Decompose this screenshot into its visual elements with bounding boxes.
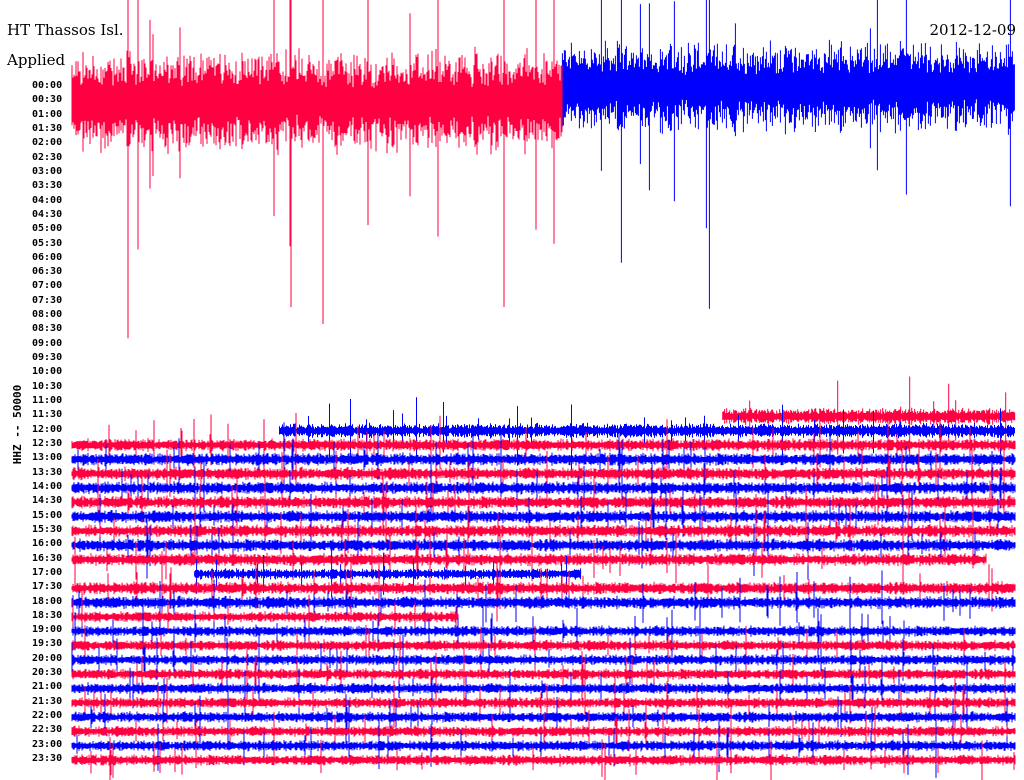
time-tick: 05:30 bbox=[32, 237, 63, 249]
time-tick: 12:00 bbox=[32, 423, 63, 435]
time-tick: 03:30 bbox=[32, 180, 63, 192]
trace-row-38 bbox=[71, 599, 1016, 664]
time-tick: 14:00 bbox=[32, 480, 63, 492]
time-tick: 19:30 bbox=[32, 638, 63, 650]
time-tick: 10:30 bbox=[32, 380, 63, 392]
time-tick: 17:00 bbox=[32, 566, 63, 578]
time-tick: 09:30 bbox=[32, 352, 63, 364]
time-tick: 15:00 bbox=[32, 509, 63, 521]
time-tick: 16:30 bbox=[32, 552, 63, 564]
station-title: HT Thassos Isl. bbox=[7, 21, 124, 39]
time-tick: 01:30 bbox=[32, 122, 63, 134]
time-tick: 04:30 bbox=[32, 208, 63, 220]
time-tick: 22:00 bbox=[32, 710, 63, 722]
time-tick: 09:00 bbox=[32, 337, 63, 349]
helicorder-plot bbox=[71, 0, 1016, 780]
trace-row-37 bbox=[71, 591, 459, 642]
time-tick: 23:00 bbox=[32, 738, 63, 750]
time-tick: 13:00 bbox=[32, 452, 63, 464]
time-tick: 14:30 bbox=[32, 495, 63, 507]
time-tick: 02:30 bbox=[32, 151, 63, 163]
time-tick: 18:00 bbox=[32, 595, 63, 607]
time-tick: 20:30 bbox=[32, 667, 63, 679]
time-tick: 04:00 bbox=[32, 194, 63, 206]
y-axis-label: HHZ -- 50000 bbox=[11, 384, 25, 465]
time-tick: 07:30 bbox=[32, 294, 63, 306]
time-tick: 06:30 bbox=[32, 266, 63, 278]
time-tick: 06:00 bbox=[32, 251, 63, 263]
time-tick: 21:30 bbox=[32, 695, 63, 707]
time-tick: 19:00 bbox=[32, 624, 63, 636]
time-tick: 16:00 bbox=[32, 538, 63, 550]
time-tick: 08:30 bbox=[32, 323, 63, 335]
filter-label: Applied bbox=[7, 51, 66, 69]
time-tick: 00:30 bbox=[32, 94, 63, 106]
trace-row-42 bbox=[71, 661, 1016, 718]
trace-row-1 bbox=[71, 0, 563, 339]
trace-row-36 bbox=[71, 570, 1016, 637]
time-tick: 10:00 bbox=[32, 366, 63, 378]
time-tick: 18:30 bbox=[32, 609, 63, 621]
time-tick: 22:30 bbox=[32, 724, 63, 736]
time-tick: 21:00 bbox=[32, 681, 63, 693]
time-tick: 00:00 bbox=[32, 80, 63, 91]
time-tick: 02:00 bbox=[32, 137, 63, 149]
time-tick: 15:30 bbox=[32, 523, 63, 535]
time-tick: 17:30 bbox=[32, 581, 63, 593]
time-tick: 01:00 bbox=[32, 108, 63, 120]
time-tick: 05:00 bbox=[32, 223, 63, 235]
time-tick: 03:00 bbox=[32, 165, 63, 177]
date-label: 2012-12-09 bbox=[929, 21, 1016, 39]
time-tick: 20:00 bbox=[32, 652, 63, 664]
time-tick: 11:30 bbox=[32, 409, 63, 421]
time-tick: 23:30 bbox=[32, 753, 63, 765]
time-tick: 11:00 bbox=[32, 395, 63, 407]
time-tick: 13:30 bbox=[32, 466, 63, 478]
time-tick: 07:00 bbox=[32, 280, 63, 292]
trace-row-41 bbox=[71, 642, 1016, 707]
time-tick: 08:00 bbox=[32, 309, 63, 321]
trace-row-0 bbox=[561, 0, 1015, 309]
time-tick: 12:30 bbox=[32, 438, 63, 449]
